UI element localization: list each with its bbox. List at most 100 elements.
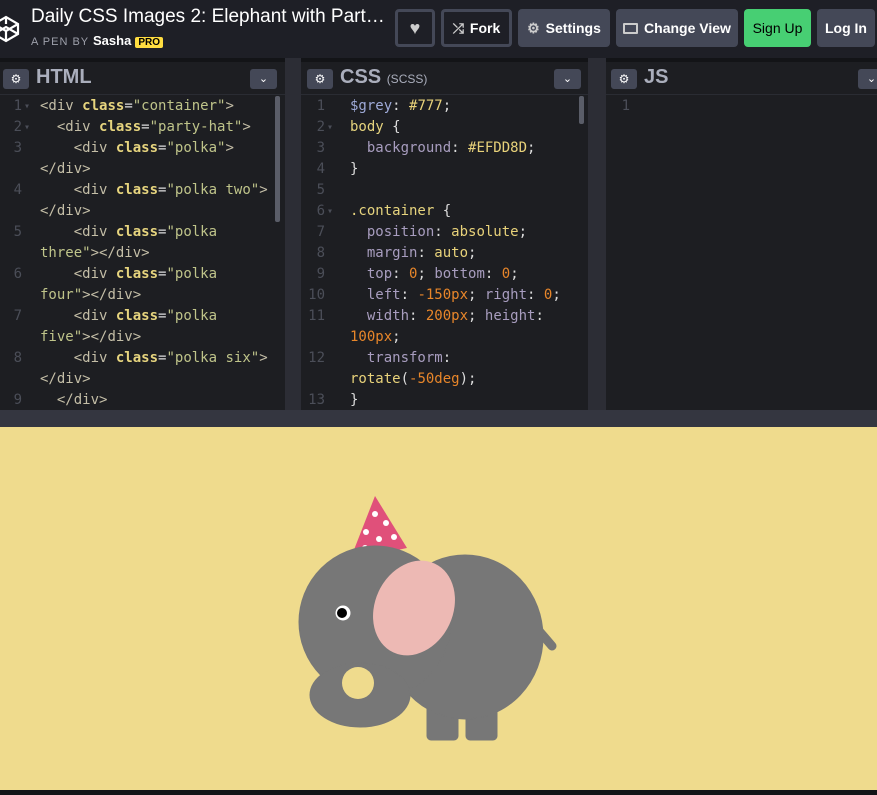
code-token: #EFDD8D xyxy=(468,140,528,156)
code-token: </div> xyxy=(40,203,91,219)
code-line[interactable]: 1 xyxy=(606,96,877,117)
resize-handle[interactable] xyxy=(0,410,877,427)
code-line[interactable]: </div> xyxy=(0,159,285,180)
code-line[interactable]: 7 position: absolute; xyxy=(301,222,588,243)
sign-up-button[interactable]: Sign Up xyxy=(744,9,811,47)
codepen-logo-icon[interactable] xyxy=(0,14,22,44)
code-token: five" xyxy=(40,329,83,345)
chevron-down-icon[interactable]: ⌄ xyxy=(250,69,277,89)
fork-icon: ⤮ xyxy=(452,19,464,36)
code-token: </div> xyxy=(40,371,91,387)
code-line[interactable]: </div> xyxy=(0,201,285,222)
settings-button[interactable]: ⚙ Settings xyxy=(518,9,610,47)
code-token: class xyxy=(115,140,159,156)
html-settings-gear-icon[interactable]: ⚙ xyxy=(3,69,29,89)
preview-frame xyxy=(0,427,877,790)
code-line[interactable]: 2 ▾ <div class="party-hat"> xyxy=(0,117,285,138)
code-line[interactable]: three"></div> xyxy=(0,243,285,264)
code-line[interactable]: 1 ▾ <div class="container"> xyxy=(0,96,285,117)
fork-button[interactable]: ⤮ Fork xyxy=(441,9,512,47)
code-token: : xyxy=(535,308,544,324)
js-code[interactable]: 1 xyxy=(606,96,877,410)
fold-arrow-icon[interactable]: ▾ xyxy=(24,96,30,117)
log-in-button[interactable]: Log In xyxy=(817,9,875,47)
css-settings-gear-icon[interactable]: ⚙ xyxy=(307,69,333,89)
css-code[interactable]: 1 $grey: #777; 2 ▾ body {3 background: #EFDD… xyxy=(301,96,588,410)
chevron-down-icon[interactable]: ⌄ xyxy=(858,69,877,89)
js-settings-gear-icon[interactable]: ⚙ xyxy=(611,69,637,89)
code-line[interactable]: 3 <div class="polka"> xyxy=(0,138,285,159)
code-line[interactable]: rotate(-50deg); xyxy=(301,369,588,390)
code-token: margin xyxy=(366,245,418,261)
code-line[interactable]: 4} xyxy=(301,159,588,180)
pro-badge: PRO xyxy=(135,37,164,48)
gear-icon: ⚙ xyxy=(527,19,540,36)
code-token: "polka xyxy=(166,266,218,282)
code-line[interactable]: 9 </div> xyxy=(0,390,285,410)
code-line[interactable]: 5 xyxy=(301,180,588,201)
code-token: <div xyxy=(73,266,116,282)
code-token: > xyxy=(259,350,268,366)
pane-divider[interactable] xyxy=(588,58,606,410)
code-token: } xyxy=(350,392,359,408)
code-token: ; xyxy=(468,287,485,303)
line-number: 4 xyxy=(316,161,325,177)
code-line[interactable]: 4 <div class="polka two"> xyxy=(0,180,285,201)
code-token: : xyxy=(392,98,410,114)
code-token: { xyxy=(434,203,452,219)
heart-button[interactable]: ♥ xyxy=(395,9,435,47)
code-token: background xyxy=(366,140,452,156)
code-line[interactable]: 10 left: -150px; right: 0; xyxy=(301,285,588,306)
change-view-button[interactable]: Change View xyxy=(616,9,738,47)
code-line[interactable]: five"></div> xyxy=(0,327,285,348)
line-number: 9 xyxy=(13,392,22,408)
code-token: </div> xyxy=(56,392,108,408)
code-line[interactable]: 3 background: #EFDD8D; xyxy=(301,138,588,159)
author-link[interactable]: Sasha xyxy=(93,33,131,48)
code-token: ; xyxy=(392,329,401,345)
code-token: class xyxy=(115,224,159,240)
code-token: <div xyxy=(73,350,116,366)
code-line[interactable]: </div> xyxy=(0,369,285,390)
fold-arrow-icon[interactable]: ▾ xyxy=(327,117,333,138)
code-line[interactable]: 8 <div class="polka six"> xyxy=(0,348,285,369)
line-number: 1 xyxy=(316,98,325,114)
code-token: > xyxy=(242,119,251,135)
code-token: position xyxy=(366,224,435,240)
code-line[interactable]: 100px; xyxy=(301,327,588,348)
code-line[interactable]: 5 <div class="polka xyxy=(0,222,285,243)
chevron-down-icon[interactable]: ⌄ xyxy=(554,69,581,89)
code-line[interactable]: 12 transform: xyxy=(301,348,588,369)
code-token: "party-hat" xyxy=(149,119,243,135)
code-line[interactable]: four"></div> xyxy=(0,285,285,306)
code-line[interactable]: 7 <div class="polka xyxy=(0,306,285,327)
code-line[interactable]: 13} xyxy=(301,390,588,410)
code-line[interactable]: 2 ▾ body { xyxy=(301,117,588,138)
code-token: 0 xyxy=(501,266,511,282)
trunk-hole xyxy=(342,667,374,699)
code-line[interactable]: 1 $grey: #777; xyxy=(301,96,588,117)
html-code[interactable]: 1 ▾ <div class="container"> 2 ▾ <div class="… xyxy=(0,96,285,410)
code-token: class xyxy=(115,266,159,282)
code-token: ); xyxy=(459,371,477,387)
pen-title[interactable]: Daily CSS Images 2: Elephant with Part… xyxy=(31,6,385,28)
code-line[interactable]: 9 top: 0; bottom: 0; xyxy=(301,264,588,285)
line-number: 3 xyxy=(13,140,22,156)
code-line[interactable]: 6 <div class="polka xyxy=(0,264,285,285)
code-line[interactable]: 11 width: 200px; height: xyxy=(301,306,588,327)
code-line[interactable]: 6 ▾ .container { xyxy=(301,201,588,222)
fold-arrow-icon[interactable]: ▾ xyxy=(24,117,30,138)
fold-arrow-icon[interactable]: ▾ xyxy=(327,201,333,222)
code-token: ( xyxy=(400,371,410,387)
code-token: <div xyxy=(73,140,116,156)
code-token: ; xyxy=(442,98,452,114)
line-number: 5 xyxy=(13,224,22,240)
code-token: "polka xyxy=(166,224,218,240)
code-token: .container xyxy=(350,203,435,219)
code-line[interactable]: 8 margin: auto; xyxy=(301,243,588,264)
code-token: body xyxy=(350,119,384,135)
code-token: "polka" xyxy=(166,140,226,156)
pane-divider[interactable] xyxy=(285,58,301,410)
